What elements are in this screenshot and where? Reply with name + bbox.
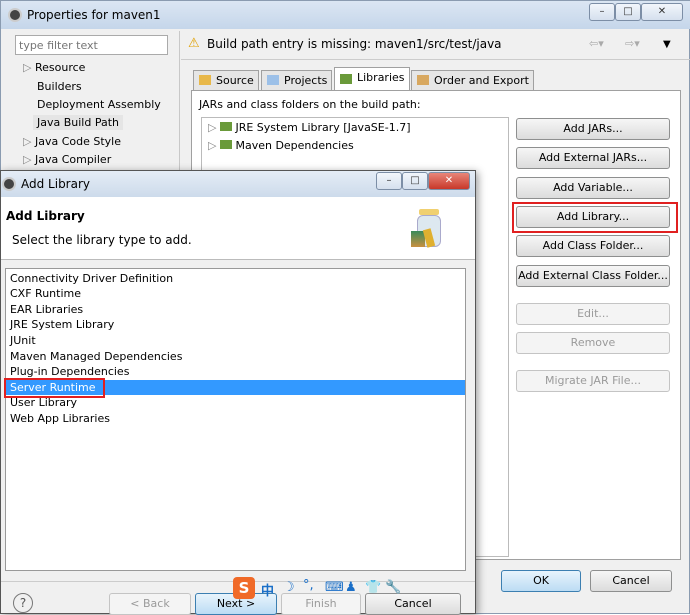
user-icon[interactable]: ♟ [345,580,357,595]
window-title: Properties for maven1 [27,8,161,22]
title-bar: Properties for maven1 – □ ✕ [1,1,690,29]
add-library-button[interactable]: Add Library... [516,206,670,228]
dialog-title: Add Library [21,177,91,191]
dialog-header: Add Library Select the library type to a… [1,197,475,260]
wrench-icon[interactable]: 🔧 [385,580,401,595]
maximize-button[interactable]: □ [615,3,641,21]
library-type-list[interactable]: Connectivity Driver Definition CXF Runti… [5,268,466,571]
library-icon [340,74,352,84]
punctuation-icon[interactable]: °, [303,578,314,593]
list-item[interactable]: Maven Managed Dependencies [10,349,182,364]
divider [181,59,690,60]
dialog-subtitle: Select the library type to add. [12,233,192,247]
tree-entry[interactable]: ▷ Maven Dependencies [208,139,354,152]
close-button[interactable]: ✕ [428,172,470,190]
filter-input[interactable] [15,35,168,55]
sogou-logo: S [233,577,255,599]
add-external-class-folder-button[interactable]: Add External Class Folder... [516,265,670,287]
nav-forward-icon[interactable]: ⇨▾ [625,37,640,50]
ime-mode[interactable]: 中 [261,580,274,599]
add-variable-button[interactable]: Add Variable... [516,177,670,199]
list-item[interactable]: Connectivity Driver Definition [10,271,173,286]
nav-back-icon[interactable]: ⇦▾ [589,37,604,50]
tree-entry[interactable]: ▷ JRE System Library [JavaSE-1.7] [208,121,411,134]
nav-item-java-code-style[interactable]: ▷ Java Code Style [23,135,121,148]
nav-tree: ▷ Resource Builders Deployment Assembly … [1,59,179,179]
dialog-heading: Add Library [6,209,85,223]
section-label: JARs and class folders on the build path… [199,98,421,111]
tab-libraries[interactable]: Libraries [334,67,410,91]
tab-source[interactable]: Source [193,70,259,90]
list-item[interactable]: Plug-in Dependencies [10,364,129,379]
nav-item-builders[interactable]: Builders [37,80,82,93]
list-item[interactable]: CXF Runtime [10,286,81,301]
add-class-folder-button[interactable]: Add Class Folder... [516,235,670,257]
dialog-title-bar: Add Library – □ ✕ [1,171,475,197]
nav-item-deployment-assembly[interactable]: Deployment Assembly [37,98,161,111]
skin-icon[interactable]: 👕 [365,580,381,595]
add-jars-button[interactable]: Add JARs... [516,118,670,140]
list-item[interactable]: JRE System Library [10,317,114,332]
eclipse-icon [2,177,16,191]
nav-item-java-compiler[interactable]: ▷ Java Compiler [23,153,111,166]
library-jar-icon [411,209,445,249]
view-menu-icon[interactable]: ▼ [663,39,671,50]
moon-icon[interactable]: ☽ [283,580,295,595]
add-external-jars-button[interactable]: Add External JARs... [516,147,670,169]
tab-projects[interactable]: Projects [261,70,333,90]
remove-button[interactable]: Remove [516,332,670,354]
migrate-jar-button[interactable]: Migrate JAR File... [516,370,670,392]
edit-button[interactable]: Edit... [516,303,670,325]
list-item[interactable]: JUnit [10,333,36,348]
minimize-button[interactable]: – [376,172,402,190]
nav-item-java-build-path[interactable]: Java Build Path [33,115,124,130]
tab-order-export[interactable]: Order and Export [411,70,534,90]
eclipse-icon [8,8,22,22]
source-icon [199,75,211,85]
list-item[interactable]: Web App Libraries [10,411,110,426]
add-library-dialog: Add Library – □ ✕ Add Library Select the… [0,170,476,615]
help-icon[interactable]: ? [13,593,33,613]
maximize-button[interactable]: □ [402,172,428,190]
warning-icon: ⚠ [188,36,200,51]
keyboard-icon[interactable]: ⌨ [325,580,344,595]
ime-toolbar[interactable]: S 中 ☽ °, ⌨ ♟ 👕 🔧 [233,577,405,599]
cancel-button[interactable]: Cancel [590,570,672,592]
close-button[interactable]: ✕ [641,3,683,21]
ok-button[interactable]: OK [501,570,581,592]
highlight-box [4,378,105,398]
nav-item-resource[interactable]: ▷ Resource [23,61,85,74]
warning-message: Build path entry is missing: maven1/src/… [207,37,502,51]
back-button[interactable]: < Back [109,593,191,615]
folder-icon [267,75,279,85]
list-item[interactable]: EAR Libraries [10,302,83,317]
minimize-button[interactable]: – [589,3,615,21]
order-icon [417,75,429,85]
